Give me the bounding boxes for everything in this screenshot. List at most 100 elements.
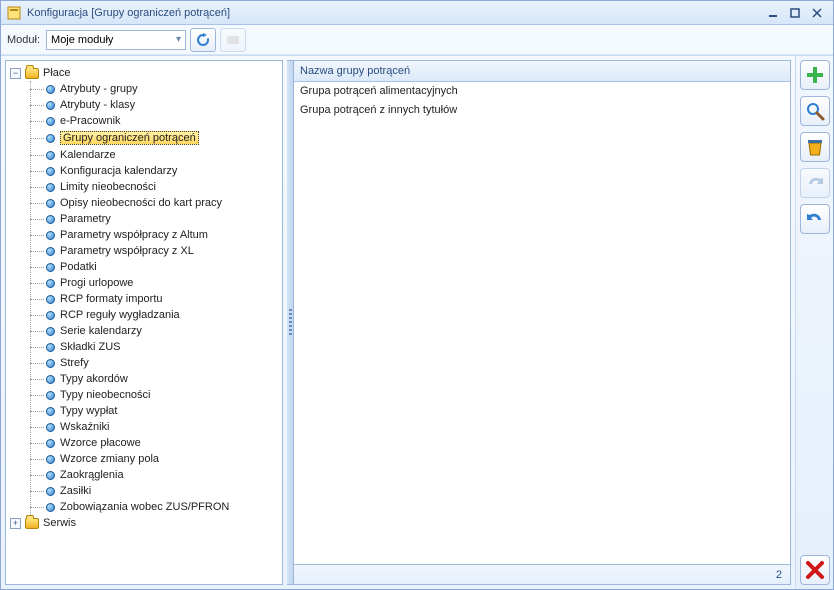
tree-item[interactable]: Serie kalendarzy: [31, 323, 282, 339]
list-row[interactable]: Grupa potrąceń alimentacyjnych: [294, 82, 790, 101]
close-button[interactable]: [800, 555, 830, 585]
tree-item-label: Podatki: [60, 261, 97, 273]
tree-item[interactable]: Atrybuty - klasy: [31, 97, 282, 113]
search-button[interactable]: [800, 96, 830, 126]
tree-item[interactable]: Limity nieobecności: [31, 179, 282, 195]
tree-item[interactable]: Progi urlopowe: [31, 275, 282, 291]
tree-item[interactable]: Konfiguracja kalendarzy: [31, 163, 282, 179]
folder-icon: [25, 518, 39, 529]
collapse-icon[interactable]: −: [10, 68, 21, 79]
node-icon: [46, 311, 55, 320]
tree-item-label: Kalendarze: [60, 149, 116, 161]
tree-item[interactable]: RCP reguły wygładzania: [31, 307, 282, 323]
content-area: − Płace Atrybuty - grupy Atrybuty - klasy e-…: [1, 55, 833, 589]
node-icon: [46, 134, 55, 143]
tree-item-label: Wzorce płacowe: [60, 437, 141, 449]
node-icon: [46, 343, 55, 352]
list-column-header[interactable]: Nazwa grupy potrąceń: [294, 61, 790, 82]
node-icon: [46, 487, 55, 496]
module-select[interactable]: Moje moduły ▾: [46, 30, 186, 50]
node-icon: [46, 391, 55, 400]
tree-item-label: Parametry współpracy z XL: [60, 245, 194, 257]
node-icon: [46, 359, 55, 368]
tree-item-label: Wzorce zmiany pola: [60, 453, 159, 465]
node-icon: [46, 151, 55, 160]
tree-root[interactable]: +Serwis: [10, 515, 282, 531]
node-icon: [46, 101, 55, 110]
maximize-button[interactable]: [785, 6, 805, 20]
tree-item-label: Wskaźniki: [60, 421, 110, 433]
tree-item-label: Atrybuty - grupy: [60, 83, 138, 95]
tree-item-label: e-Pracownik: [60, 115, 121, 127]
minimize-button[interactable]: [763, 6, 783, 20]
node-icon: [46, 503, 55, 512]
tree-item[interactable]: Typy akordów: [31, 371, 282, 387]
delete-button[interactable]: [800, 132, 830, 162]
module-select-value: Moje moduły: [51, 34, 113, 46]
folder-icon: [25, 68, 39, 79]
chevron-down-icon: ▾: [176, 34, 181, 45]
tree-item-label: Opisy nieobecności do kart pracy: [60, 197, 222, 209]
undo-button[interactable]: [800, 168, 830, 198]
tree-item-label: Zasiłki: [60, 485, 91, 497]
tree-item[interactable]: e-Pracownik: [31, 113, 282, 129]
list-row[interactable]: Grupa potrąceń z innych tytułów: [294, 101, 790, 120]
right-pane: Nazwa grupy potrąceń Grupa potrąceń alim…: [293, 60, 791, 585]
tree-item[interactable]: Atrybuty - grupy: [31, 81, 282, 97]
tree-item[interactable]: Grupy ograniczeń potrąceń: [31, 129, 282, 147]
node-icon: [46, 199, 55, 208]
tree-item-label: Zaokrąglenia: [60, 469, 124, 481]
tree-item-label: Parametry współpracy z Altum: [60, 229, 208, 241]
tree-item-label: Typy akordów: [60, 373, 128, 385]
tree-item[interactable]: Składki ZUS: [31, 339, 282, 355]
tree-item[interactable]: Opisy nieobecności do kart pracy: [31, 195, 282, 211]
expand-icon[interactable]: +: [10, 518, 21, 529]
tree-item-label: RCP reguły wygładzania: [60, 309, 180, 321]
tree-root[interactable]: − Płace: [10, 65, 282, 81]
tree-item[interactable]: Typy nieobecności: [31, 387, 282, 403]
tree-item[interactable]: Parametry współpracy z XL: [31, 243, 282, 259]
window-title: Konfiguracja [Grupy ograniczeń potrąceń]: [27, 7, 761, 19]
tree-item-label: Typy wypłat: [60, 405, 117, 417]
toolbar-secondary-button[interactable]: [220, 28, 246, 52]
tree-item[interactable]: Typy wypłat: [31, 403, 282, 419]
tree-item[interactable]: Strefy: [31, 355, 282, 371]
module-label: Moduł:: [7, 34, 40, 46]
title-bar: Konfiguracja [Grupy ograniczeń potrąceń]: [1, 1, 833, 25]
close-window-button[interactable]: [807, 6, 827, 20]
node-icon: [46, 471, 55, 480]
node-icon: [46, 455, 55, 464]
tree-item-label: Typy nieobecności: [60, 389, 151, 401]
node-icon: [46, 85, 55, 94]
tree-root-label: Płace: [43, 67, 71, 79]
tree-item[interactable]: Zasiłki: [31, 483, 282, 499]
tree-item-label: Parametry: [60, 213, 111, 225]
tree-item[interactable]: Parametry współpracy z Altum: [31, 227, 282, 243]
tree-pane[interactable]: − Płace Atrybuty - grupy Atrybuty - klasy e-…: [5, 60, 283, 585]
tree-item-label: Progi urlopowe: [60, 277, 133, 289]
node-icon: [46, 295, 55, 304]
node-icon: [46, 231, 55, 240]
tree-item[interactable]: Zaokrąglenia: [31, 467, 282, 483]
redo-button[interactable]: [800, 204, 830, 234]
node-icon: [46, 263, 55, 272]
tree-item-label: Grupy ograniczeń potrąceń: [60, 131, 199, 145]
node-icon: [46, 423, 55, 432]
tree-item[interactable]: Parametry: [31, 211, 282, 227]
tree-item[interactable]: Wzorce płacowe: [31, 435, 282, 451]
tree-item-label: Strefy: [60, 357, 89, 369]
tree-item[interactable]: Kalendarze: [31, 147, 282, 163]
node-icon: [46, 117, 55, 126]
tree-item[interactable]: RCP formaty importu: [31, 291, 282, 307]
tree-item[interactable]: Wskaźniki: [31, 419, 282, 435]
node-icon: [46, 247, 55, 256]
tree-item[interactable]: Zobowiązania wobec ZUS/PFRON: [31, 499, 282, 515]
refresh-button[interactable]: [190, 28, 216, 52]
tree-item[interactable]: Podatki: [31, 259, 282, 275]
tree-item-label: RCP formaty importu: [60, 293, 163, 305]
tree-item[interactable]: Wzorce zmiany pola: [31, 451, 282, 467]
node-icon: [46, 439, 55, 448]
list-body[interactable]: Grupa potrąceń alimentacyjnychGrupa potr…: [294, 82, 790, 564]
node-icon: [46, 279, 55, 288]
add-button[interactable]: [800, 60, 830, 90]
